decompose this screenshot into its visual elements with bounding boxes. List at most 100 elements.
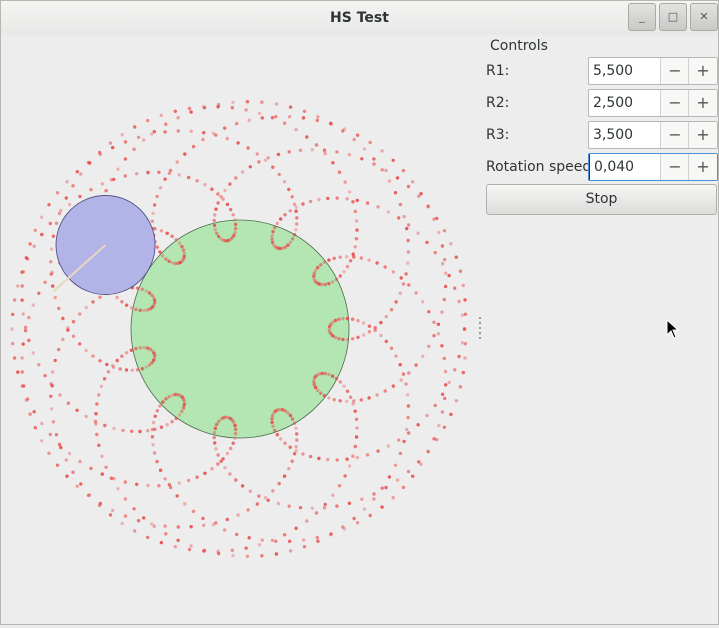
trace-dot: [155, 245, 159, 249]
trace-dot: [273, 428, 277, 433]
maximize-button[interactable]: □: [659, 3, 687, 31]
trace-dot: [95, 402, 99, 406]
trace-dot: [376, 449, 380, 453]
trace-dot: [65, 474, 69, 478]
trace-dot: [416, 231, 420, 235]
trace-dot: [167, 395, 171, 399]
trace-dot: [212, 218, 216, 223]
trace-dot: [348, 395, 353, 399]
trace-dot: [10, 327, 14, 331]
trace-dot: [135, 482, 139, 486]
trace-dot: [103, 423, 107, 428]
r3-input[interactable]: [589, 122, 659, 148]
trace-dot: [288, 105, 293, 109]
trace-dot: [335, 458, 339, 462]
trace-dot: [292, 233, 297, 237]
trace-dot: [163, 130, 167, 134]
trace-dot: [287, 187, 291, 192]
r2-decrement-button[interactable]: −: [660, 90, 689, 116]
trace-dot: [47, 203, 51, 207]
trace-dot: [112, 426, 116, 431]
trace-dot: [433, 403, 437, 408]
trace-dot: [173, 261, 177, 266]
trace-dot: [270, 417, 274, 421]
r1-input[interactable]: [589, 58, 659, 84]
trace-dot: [246, 508, 250, 512]
trace-dot: [352, 399, 356, 403]
trace-dot: [78, 194, 82, 199]
trace-dot: [399, 378, 403, 382]
trace-dot: [257, 111, 262, 116]
trace-dot: [146, 429, 150, 433]
r1-increment-button[interactable]: +: [688, 58, 717, 84]
trace-dot: [106, 370, 111, 374]
trace-dot: [301, 452, 305, 456]
trace-dot: [231, 441, 235, 445]
minimize-button[interactable]: _: [628, 3, 656, 31]
trace-dot: [315, 535, 319, 540]
trace-dot: [157, 484, 161, 488]
trace-dot: [84, 305, 88, 310]
stop-button[interactable]: Stop: [486, 184, 717, 215]
trace-dot: [79, 482, 83, 486]
close-button[interactable]: ✕: [690, 3, 718, 31]
trace-dot: [164, 532, 168, 536]
trace-dot: [394, 354, 398, 358]
trace-dot: [283, 409, 287, 413]
r3-increment-button[interactable]: +: [688, 122, 717, 148]
trace-dot: [437, 230, 441, 235]
trace-dot: [362, 147, 367, 151]
rotation-speed-increment-button[interactable]: +: [688, 154, 717, 180]
trace-dot: [436, 322, 441, 326]
r1-decrement-button[interactable]: −: [660, 58, 689, 84]
trace-dot: [51, 420, 56, 424]
trace-dot: [411, 474, 415, 478]
trace-dot: [367, 324, 372, 328]
trace-dot: [182, 400, 186, 404]
mouse-pointer-icon: [666, 319, 680, 339]
split-pane-grip[interactable]: [479, 317, 481, 345]
trace-dot: [352, 137, 356, 142]
trace-dot: [123, 174, 128, 178]
trace-dot: [144, 289, 148, 293]
trace-dot: [406, 393, 410, 397]
trace-dot: [401, 372, 406, 376]
trace-dot: [295, 432, 299, 436]
trace-dot: [373, 326, 377, 330]
trace-dot: [351, 252, 355, 256]
trace-dot: [202, 106, 207, 110]
trace-dot: [449, 412, 453, 416]
trace-dot: [57, 347, 61, 352]
trace-dot: [425, 240, 429, 245]
trace-dot: [246, 146, 250, 150]
trace-dot: [49, 407, 54, 411]
trace-dot: [398, 363, 402, 367]
trace-dot: [333, 318, 338, 323]
trace-dot: [223, 528, 227, 532]
trace-dot: [356, 319, 360, 323]
trace-dot: [440, 392, 445, 396]
trace-dot: [163, 477, 167, 481]
r2-increment-button[interactable]: +: [688, 90, 717, 116]
trace-dot: [234, 176, 238, 180]
r2-input[interactable]: [589, 90, 659, 116]
trace-dot: [334, 376, 339, 381]
trace-dot: [380, 168, 384, 172]
trace-dot: [305, 135, 309, 139]
rotation-speed-decrement-button[interactable]: −: [660, 154, 689, 180]
r3-decrement-button[interactable]: −: [660, 122, 689, 148]
trace-dot: [21, 384, 26, 388]
hypotrochoid-canvas[interactable]: [3, 35, 481, 624]
trace-dot: [345, 457, 349, 461]
title-bar[interactable]: HS Test _ □ ✕: [1, 1, 718, 35]
trace-dot: [406, 415, 410, 420]
trace-dot: [458, 269, 463, 273]
trace-dot: [323, 151, 327, 156]
trace-dot: [440, 244, 445, 248]
fixed-circle: [130, 219, 350, 439]
trace-dot: [302, 545, 307, 549]
trace-dot: [231, 213, 235, 217]
rotation-speed-input[interactable]: [589, 154, 659, 180]
trace-dot: [380, 149, 384, 153]
trace-dot: [228, 182, 232, 186]
